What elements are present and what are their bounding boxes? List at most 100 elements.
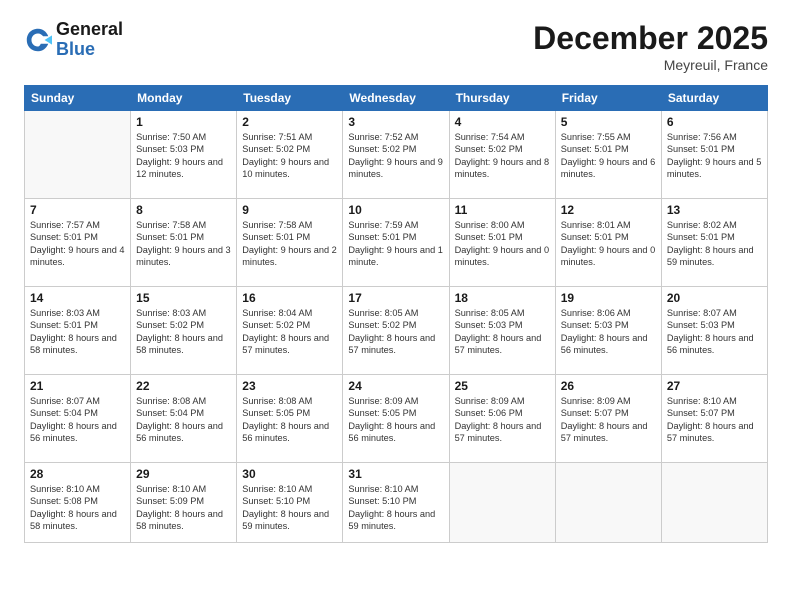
month-title: December 2025 [533, 20, 768, 57]
calendar-cell: 31 Sunrise: 8:10 AM Sunset: 5:10 PM Dayli… [343, 463, 449, 543]
day-number: 12 [561, 203, 656, 217]
day-header-sunday: Sunday [25, 86, 131, 111]
day-number: 17 [348, 291, 443, 305]
day-number: 15 [136, 291, 231, 305]
calendar-cell: 30Sunrise: 8:10 AM Sunset: 5:10 PM Dayli… [237, 463, 343, 543]
calendar-week-3: 14 Sunrise: 8:03 AM Sunset: 5:01 PM Dayli… [25, 287, 768, 375]
calendar-cell [555, 463, 661, 543]
calendar-cell: 25 Sunrise: 8:09 AM Sunset: 5:06 PM Dayli… [449, 375, 555, 463]
calendar-week-5: 28Sunrise: 8:10 AM Sunset: 5:08 PM Dayli… [25, 463, 768, 543]
calendar-cell: 17 Sunrise: 8:05 AM Sunset: 5:02 PM Dayli… [343, 287, 449, 375]
calendar: SundayMondayTuesdayWednesdayThursdayFrid… [24, 85, 768, 543]
calendar-cell: 29 Sunrise: 8:10 AM Sunset: 5:09 PM Dayli… [131, 463, 237, 543]
calendar-cell: 3 Sunrise: 7:52 AM Sunset: 5:02 PM Daylig… [343, 111, 449, 199]
calendar-cell: 2Sunrise: 7:51 AM Sunset: 5:02 PM Daylig… [237, 111, 343, 199]
day-number: 6 [667, 115, 762, 129]
cell-info: Sunrise: 8:04 AM Sunset: 5:02 PM Dayligh… [242, 307, 337, 357]
calendar-cell: 5 Sunrise: 7:55 AM Sunset: 5:01 PM Daylig… [555, 111, 661, 199]
day-number: 5 [561, 115, 656, 129]
day-header-monday: Monday [131, 86, 237, 111]
title-block: December 2025 Meyreuil, France [533, 20, 768, 73]
day-number: 18 [455, 291, 550, 305]
cell-info: Sunrise: 8:10 AM Sunset: 5:09 PM Dayligh… [136, 483, 231, 533]
logo-icon [24, 26, 52, 54]
day-number: 31 [348, 467, 443, 481]
cell-info: Sunrise: 7:59 AM Sunset: 5:01 PM Dayligh… [348, 219, 443, 269]
calendar-week-4: 21 Sunrise: 8:07 AM Sunset: 5:04 PM Dayli… [25, 375, 768, 463]
cell-info: Sunrise: 8:03 AM Sunset: 5:02 PM Dayligh… [136, 307, 231, 357]
calendar-cell: 27 Sunrise: 8:10 AM Sunset: 5:07 PM Dayli… [661, 375, 767, 463]
location: Meyreuil, France [533, 57, 768, 73]
day-number: 22 [136, 379, 231, 393]
cell-info: Sunrise: 7:50 AM Sunset: 5:03 PM Dayligh… [136, 131, 231, 181]
calendar-cell [449, 463, 555, 543]
day-number: 21 [30, 379, 125, 393]
header: General Blue December 2025 Meyreuil, Fra… [24, 20, 768, 73]
day-header-wednesday: Wednesday [343, 86, 449, 111]
cell-info: Sunrise: 8:10 AM Sunset: 5:07 PM Dayligh… [667, 395, 762, 445]
calendar-cell: 19 Sunrise: 8:06 AM Sunset: 5:03 PM Dayli… [555, 287, 661, 375]
day-number: 25 [455, 379, 550, 393]
cell-info: Sunrise: 8:05 AM Sunset: 5:03 PM Dayligh… [455, 307, 550, 357]
calendar-cell: 7Sunrise: 7:57 AM Sunset: 5:01 PM Daylig… [25, 199, 131, 287]
day-number: 29 [136, 467, 231, 481]
calendar-header-row: SundayMondayTuesdayWednesdayThursdayFrid… [25, 86, 768, 111]
calendar-week-2: 7Sunrise: 7:57 AM Sunset: 5:01 PM Daylig… [25, 199, 768, 287]
day-number: 27 [667, 379, 762, 393]
day-number: 8 [136, 203, 231, 217]
day-header-thursday: Thursday [449, 86, 555, 111]
day-number: 3 [348, 115, 443, 129]
day-header-friday: Friday [555, 86, 661, 111]
calendar-cell: 24Sunrise: 8:09 AM Sunset: 5:05 PM Dayli… [343, 375, 449, 463]
calendar-cell: 10 Sunrise: 7:59 AM Sunset: 5:01 PM Dayli… [343, 199, 449, 287]
calendar-cell: 18 Sunrise: 8:05 AM Sunset: 5:03 PM Dayli… [449, 287, 555, 375]
logo-general: General [56, 20, 123, 40]
day-number: 13 [667, 203, 762, 217]
calendar-cell: 20 Sunrise: 8:07 AM Sunset: 5:03 PM Dayli… [661, 287, 767, 375]
day-header-saturday: Saturday [661, 86, 767, 111]
calendar-cell: 12 Sunrise: 8:01 AM Sunset: 5:01 PM Dayli… [555, 199, 661, 287]
day-number: 9 [242, 203, 337, 217]
day-number: 4 [455, 115, 550, 129]
day-number: 20 [667, 291, 762, 305]
calendar-cell: 15 Sunrise: 8:03 AM Sunset: 5:02 PM Dayli… [131, 287, 237, 375]
day-number: 28 [30, 467, 125, 481]
calendar-cell [25, 111, 131, 199]
calendar-cell: 21 Sunrise: 8:07 AM Sunset: 5:04 PM Dayli… [25, 375, 131, 463]
calendar-cell: 14 Sunrise: 8:03 AM Sunset: 5:01 PM Dayli… [25, 287, 131, 375]
cell-info: Sunrise: 8:07 AM Sunset: 5:04 PM Dayligh… [30, 395, 125, 445]
cell-info: Sunrise: 8:07 AM Sunset: 5:03 PM Dayligh… [667, 307, 762, 357]
calendar-cell [661, 463, 767, 543]
day-number: 10 [348, 203, 443, 217]
logo-text: General Blue [56, 20, 123, 60]
cell-info: Sunrise: 7:52 AM Sunset: 5:02 PM Dayligh… [348, 131, 443, 181]
day-number: 11 [455, 203, 550, 217]
day-number: 7 [30, 203, 125, 217]
calendar-cell: 26Sunrise: 8:09 AM Sunset: 5:07 PM Dayli… [555, 375, 661, 463]
cell-info: Sunrise: 8:08 AM Sunset: 5:05 PM Dayligh… [242, 395, 337, 445]
calendar-cell: 22Sunrise: 8:08 AM Sunset: 5:04 PM Dayli… [131, 375, 237, 463]
calendar-cell: 28Sunrise: 8:10 AM Sunset: 5:08 PM Dayli… [25, 463, 131, 543]
page: General Blue December 2025 Meyreuil, Fra… [0, 0, 792, 612]
cell-info: Sunrise: 8:09 AM Sunset: 5:06 PM Dayligh… [455, 395, 550, 445]
cell-info: Sunrise: 8:06 AM Sunset: 5:03 PM Dayligh… [561, 307, 656, 357]
cell-info: Sunrise: 8:10 AM Sunset: 5:10 PM Dayligh… [348, 483, 443, 533]
calendar-cell: 13 Sunrise: 8:02 AM Sunset: 5:01 PM Dayli… [661, 199, 767, 287]
cell-info: Sunrise: 7:58 AM Sunset: 5:01 PM Dayligh… [242, 219, 337, 269]
cell-info: Sunrise: 7:54 AM Sunset: 5:02 PM Dayligh… [455, 131, 550, 181]
cell-info: Sunrise: 7:55 AM Sunset: 5:01 PM Dayligh… [561, 131, 656, 181]
cell-info: Sunrise: 8:03 AM Sunset: 5:01 PM Dayligh… [30, 307, 125, 357]
calendar-cell: 1Sunrise: 7:50 AM Sunset: 5:03 PM Daylig… [131, 111, 237, 199]
cell-info: Sunrise: 8:05 AM Sunset: 5:02 PM Dayligh… [348, 307, 443, 357]
cell-info: Sunrise: 8:01 AM Sunset: 5:01 PM Dayligh… [561, 219, 656, 269]
calendar-week-1: 1Sunrise: 7:50 AM Sunset: 5:03 PM Daylig… [25, 111, 768, 199]
day-number: 24 [348, 379, 443, 393]
day-number: 23 [242, 379, 337, 393]
day-number: 2 [242, 115, 337, 129]
day-number: 14 [30, 291, 125, 305]
day-number: 26 [561, 379, 656, 393]
cell-info: Sunrise: 8:02 AM Sunset: 5:01 PM Dayligh… [667, 219, 762, 269]
day-number: 19 [561, 291, 656, 305]
calendar-cell: 8Sunrise: 7:58 AM Sunset: 5:01 PM Daylig… [131, 199, 237, 287]
calendar-cell: 23 Sunrise: 8:08 AM Sunset: 5:05 PM Dayli… [237, 375, 343, 463]
